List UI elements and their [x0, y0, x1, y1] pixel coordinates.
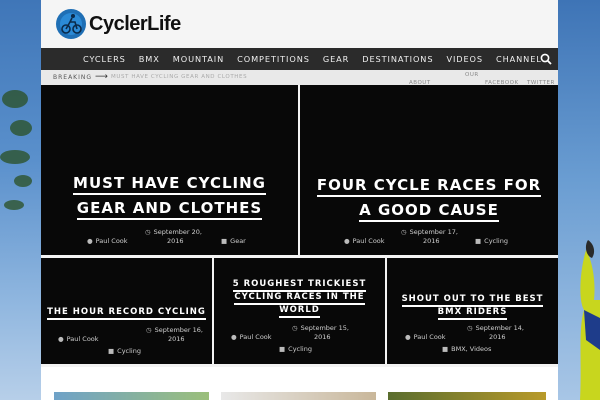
breaking-label: BREAKING: [53, 74, 93, 81]
main-nav: CYCLERS BMX MOUNTAIN COMPETITIONS GEAR D…: [41, 48, 558, 70]
breaking-news-bar: BREAKING ⟶ MUST HAVE CYCLING GEAR AND CL…: [41, 70, 558, 86]
page-container: CyclerLife CYCLERS BMX MOUNTAIN COMPETIT…: [41, 0, 558, 400]
clock-icon: ◷: [467, 324, 473, 332]
post-title[interactable]: MUST HAVE CYCLING GEAR AND CLOTHES: [41, 171, 298, 221]
post-card[interactable]: SHOUT OUT TO THE BEST BMX RIDERS ◷ Septem…: [387, 258, 558, 364]
post-thumbnail[interactable]: [221, 392, 376, 400]
breaking-headline-link[interactable]: MUST HAVE CYCLING GEAR AND CLOTHES: [111, 74, 247, 80]
post-category[interactable]: ■ BMX, Videos: [442, 345, 491, 354]
post-title[interactable]: 5 ROUGHEST TRICKIEST CYCLING RACES IN TH…: [214, 278, 385, 318]
post-thumbnail[interactable]: [54, 392, 209, 400]
clock-icon: ◷: [401, 228, 407, 236]
folder-icon: ■: [475, 237, 482, 245]
post-date: ◷ September 20, 2016: [145, 228, 203, 245]
post-title[interactable]: FOUR CYCLE RACES FOR A GOOD CAUSE: [300, 173, 558, 223]
cyclist-logo-icon: [56, 9, 86, 39]
post-thumbnail[interactable]: [388, 392, 546, 400]
post-card[interactable]: THE HOUR RECORD CYCLING ◷ September 16, 2…: [41, 258, 212, 364]
user-icon: ●: [87, 237, 93, 245]
post-category[interactable]: ■ Cycling: [279, 345, 312, 354]
post-author[interactable]: ● Paul Cook: [405, 333, 446, 342]
background-left: [0, 0, 41, 400]
folder-icon: ■: [442, 345, 449, 353]
post-title-line: FOUR CYCLE RACES FOR: [316, 176, 542, 197]
clock-icon: ◷: [292, 324, 298, 332]
user-icon: ●: [405, 333, 411, 341]
nav-item-channel[interactable]: CHANNEL: [496, 54, 542, 64]
featured-post-card[interactable]: MUST HAVE CYCLING GEAR AND CLOTHES ◷ Sept…: [41, 85, 298, 255]
post-title[interactable]: THE HOUR RECORD CYCLING: [41, 306, 212, 320]
post-category[interactable]: ■ Gear: [221, 237, 246, 246]
post-category[interactable]: ■ Cycling: [475, 237, 508, 246]
post-title-line: THE HOUR RECORD CYCLING: [47, 307, 206, 320]
nav-item-competitions[interactable]: COMPETITIONS: [237, 54, 310, 64]
clock-icon: ◷: [146, 326, 152, 334]
rider-illustration: [580, 240, 600, 400]
post-title-line: 5 ROUGHEST TRICKIEST: [232, 279, 367, 292]
top-links: ABOUT OUR FACEBOOK TWITTER: [409, 71, 557, 86]
clock-icon: ◷: [145, 228, 151, 236]
post-title-line: SHOUT OUT TO THE BEST: [401, 294, 544, 307]
search-icon[interactable]: [540, 53, 552, 65]
logo-text: CyclerLife: [89, 12, 181, 35]
post-title-line: WORLD: [279, 305, 320, 318]
nav-item-cyclers[interactable]: CYCLERS: [83, 54, 126, 64]
post-title-line: A GOOD CAUSE: [359, 201, 499, 222]
our-link[interactable]: OUR: [465, 72, 479, 78]
post-author[interactable]: ● Paul Cook: [87, 237, 128, 246]
post-date: ◷ September 15, 2016: [292, 324, 350, 341]
nav-item-videos[interactable]: VIDEOS: [446, 54, 483, 64]
nav-item-mountain[interactable]: MOUNTAIN: [173, 54, 224, 64]
nav-item-gear[interactable]: GEAR: [323, 54, 349, 64]
user-icon: ●: [231, 333, 237, 341]
site-logo[interactable]: CyclerLife: [55, 8, 181, 40]
post-title-line: MUST HAVE CYCLING: [73, 174, 266, 195]
background-right: [558, 0, 600, 400]
site-header: CyclerLife: [41, 0, 558, 48]
folder-icon: ■: [108, 347, 115, 355]
folder-icon: ■: [279, 345, 286, 353]
post-author[interactable]: ● Paul Cook: [58, 335, 99, 344]
featured-post-card[interactable]: FOUR CYCLE RACES FOR A GOOD CAUSE ◷ Septe…: [300, 85, 558, 255]
nav-item-bmx[interactable]: BMX: [139, 54, 160, 64]
post-title-line: CYCLING RACES IN THE: [234, 292, 365, 305]
post-date: ◷ September 14, 2016: [467, 324, 525, 341]
post-title-line: BMX RIDERS: [437, 307, 508, 320]
user-icon: ●: [58, 335, 64, 343]
arrow-right-icon: ⟶: [95, 72, 108, 82]
posts-grid: MUST HAVE CYCLING GEAR AND CLOTHES ◷ Sept…: [41, 85, 558, 367]
post-author[interactable]: ● Paul Cook: [231, 333, 272, 342]
post-category[interactable]: ■ Cycling: [108, 347, 141, 356]
post-author[interactable]: ● Paul Cook: [344, 237, 385, 246]
post-title-line: GEAR AND CLOTHES: [76, 199, 263, 220]
post-title[interactable]: SHOUT OUT TO THE BEST BMX RIDERS: [387, 293, 558, 320]
post-card[interactable]: 5 ROUGHEST TRICKIEST CYCLING RACES IN TH…: [214, 258, 385, 364]
post-date: ◷ September 16, 2016: [146, 326, 204, 343]
folder-icon: ■: [221, 237, 228, 245]
nav-item-destinations[interactable]: DESTINATIONS: [362, 54, 433, 64]
post-date: ◷ September 17, 2016: [401, 228, 459, 245]
more-posts-strip: [41, 367, 558, 400]
user-icon: ●: [344, 237, 350, 245]
